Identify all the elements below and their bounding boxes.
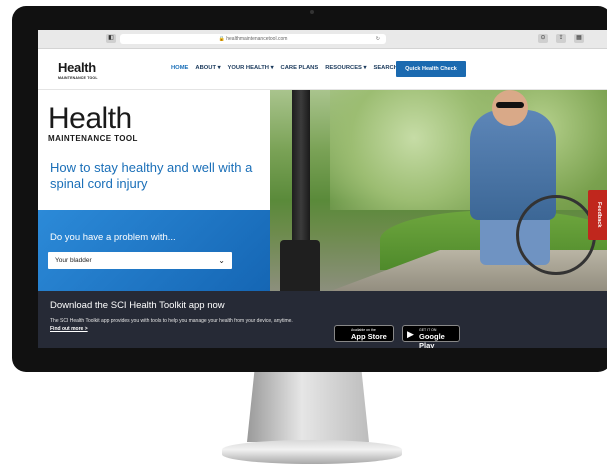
quick-health-check-button[interactable]: Quick Health Check	[396, 61, 466, 77]
browser-screen: ◧ 🔒 healthmaintenancetool.com ↻ ⊙ ⇪ ▦ He…	[38, 30, 607, 348]
app-store-badge[interactable]: Available on the App Store	[334, 325, 394, 342]
play-icon: ▶	[407, 329, 414, 339]
hero-photo	[270, 90, 607, 291]
photo-wheelchair-wheel	[516, 195, 596, 275]
photo-lamp-base	[280, 240, 320, 291]
lock-icon: 🔒	[218, 36, 225, 42]
nav-your-health[interactable]: YOUR HEALTH ▾	[228, 65, 274, 71]
url-text: healthmaintenancetool.com	[226, 36, 288, 42]
app-store-big: App Store	[351, 332, 387, 341]
feedback-tab[interactable]: Feedback	[588, 190, 607, 240]
camera-icon	[310, 10, 314, 14]
site-header: Health MAINTENANCE TOOL HOME ABOUT ▾ YOU…	[38, 49, 607, 90]
hero-logo-subtitle: MAINTENANCE TOOL	[48, 134, 138, 143]
chevron-down-icon: ⌄	[218, 256, 225, 265]
google-play-badge[interactable]: ▶ GET IT ON Google Play	[402, 325, 460, 348]
nav-search[interactable]: SEARCH	[373, 65, 397, 71]
sidebar-toggle-icon[interactable]: ◧	[106, 34, 116, 43]
hero-logo: Health MAINTENANCE TOOL	[48, 102, 138, 143]
photo-person-head	[492, 90, 528, 126]
hero-logo-word: Health	[48, 102, 132, 135]
problem-title: Do you have a problem with...	[50, 232, 176, 243]
share-icon[interactable]: ⇪	[556, 34, 566, 43]
download-description: The SCI Health Toolkit app provides you …	[50, 318, 293, 324]
hero-intro: Health MAINTENANCE TOOL How to stay heal…	[38, 90, 270, 209]
nav-home[interactable]: HOME	[171, 65, 188, 71]
download-title: Download the SCI Health Toolkit app now	[50, 300, 225, 311]
problem-panel: Do you have a problem with... Your bladd…	[38, 210, 270, 291]
photo-trees	[330, 90, 607, 210]
logo-subtitle: MAINTENANCE TOOL	[58, 76, 98, 80]
address-bar[interactable]: 🔒 healthmaintenancetool.com ↻	[120, 34, 386, 44]
nav-care-plans[interactable]: CARE PLANS	[281, 65, 319, 71]
monitor-stand	[247, 372, 369, 442]
problem-select-value: Your bladder	[55, 257, 92, 264]
browser-toolbar: ◧ 🔒 healthmaintenancetool.com ↻ ⊙ ⇪ ▦	[38, 30, 607, 49]
problem-select[interactable]: Your bladder ⌄	[48, 252, 232, 269]
downloads-icon[interactable]: ⊙	[538, 34, 548, 43]
logo-word: Health	[58, 60, 96, 75]
download-text: The SCI Health Toolkit app provides you …	[50, 318, 300, 333]
reload-icon[interactable]: ↻	[376, 34, 380, 44]
monitor-base	[222, 440, 402, 464]
nav-resources[interactable]: RESOURCES ▾	[325, 65, 366, 71]
main-nav: HOME ABOUT ▾ YOUR HEALTH ▾ CARE PLANS RE…	[171, 65, 398, 71]
photo-sunglasses	[496, 102, 524, 108]
tabs-icon[interactable]: ▦	[574, 34, 584, 43]
nav-about[interactable]: ABOUT ▾	[195, 65, 220, 71]
google-play-big: Google Play	[419, 332, 445, 348]
find-out-more-link[interactable]: Find out more >	[50, 326, 88, 332]
hero-tagline: How to stay healthy and well with a spin…	[50, 160, 253, 191]
site-logo[interactable]: Health MAINTENANCE TOOL	[58, 59, 98, 80]
app-download-band: Download the SCI Health Toolkit app now …	[38, 291, 607, 348]
